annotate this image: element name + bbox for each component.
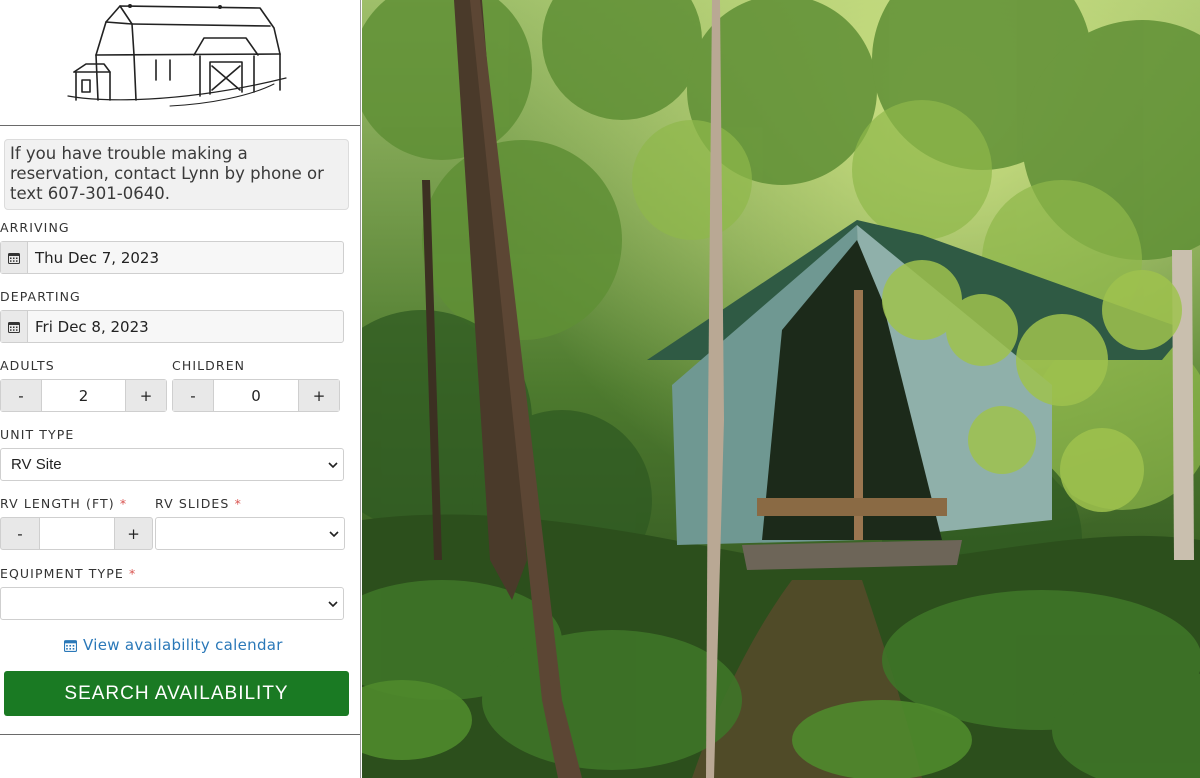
bottom-divider xyxy=(0,734,360,735)
rv-length-stepper: - + xyxy=(0,517,153,550)
calendar-link-label: View availability calendar xyxy=(83,636,283,654)
campsite-tent-photo xyxy=(362,0,1200,778)
arriving-label: ARRIVING xyxy=(0,220,70,235)
adults-stepper: - 2 + xyxy=(0,379,167,412)
adults-label: ADULTS xyxy=(0,358,55,373)
rv-slides-select[interactable] xyxy=(155,517,345,550)
departing-date-value: Fri Dec 8, 2023 xyxy=(35,318,149,336)
search-availability-button[interactable]: SEARCH AVAILABILITY xyxy=(4,671,349,716)
equipment-type-label-text: EQUIPMENT TYPE xyxy=(0,566,124,581)
arriving-date-field[interactable]: Thu Dec 7, 2023 xyxy=(0,241,344,274)
rv-length-label-text: RV LENGTH (FT) xyxy=(0,496,115,511)
arriving-date-value: Thu Dec 7, 2023 xyxy=(35,249,159,267)
unit-type-select[interactable]: RV Site xyxy=(0,448,344,481)
rv-slides-label: RV SLIDES * xyxy=(155,496,242,511)
chevron-down-icon xyxy=(329,531,339,538)
unit-type-value: RV Site xyxy=(11,456,62,473)
children-decrement-button[interactable]: - xyxy=(173,380,214,411)
rv-slides-label-text: RV SLIDES xyxy=(155,496,230,511)
unit-type-label: UNIT TYPE xyxy=(0,427,75,442)
rv-length-increment-button[interactable]: + xyxy=(114,517,153,550)
departing-label: DEPARTING xyxy=(0,289,81,304)
rv-length-decrement-button[interactable]: - xyxy=(0,517,40,550)
rv-length-label: RV LENGTH (FT) * xyxy=(0,496,127,511)
calendar-icon xyxy=(64,639,77,652)
logo-divider xyxy=(0,125,360,126)
rv-length-input[interactable] xyxy=(38,517,116,550)
equipment-type-label: EQUIPMENT TYPE * xyxy=(0,566,136,581)
required-marker: * xyxy=(128,566,137,581)
required-marker: * xyxy=(119,496,128,511)
booking-sidebar: If you have trouble making a reservation… xyxy=(0,0,361,778)
children-stepper: - 0 + xyxy=(172,379,340,412)
barn-logo xyxy=(67,4,287,107)
children-count-input[interactable]: 0 xyxy=(213,380,299,411)
chevron-down-icon xyxy=(328,462,338,469)
children-label: CHILDREN xyxy=(172,358,246,373)
equipment-type-select[interactable] xyxy=(0,587,344,620)
adults-decrement-button[interactable]: - xyxy=(1,380,42,411)
view-availability-calendar-link[interactable]: View availability calendar xyxy=(64,636,283,654)
departing-date-field[interactable]: Fri Dec 8, 2023 xyxy=(0,310,344,343)
adults-increment-button[interactable]: + xyxy=(125,380,166,411)
required-marker: * xyxy=(234,496,242,511)
chevron-down-icon xyxy=(328,601,338,608)
calendar-icon xyxy=(1,311,28,342)
adults-count-input[interactable]: 2 xyxy=(41,380,126,411)
children-increment-button[interactable]: + xyxy=(298,380,339,411)
calendar-icon xyxy=(1,242,28,273)
contact-notice: If you have trouble making a reservation… xyxy=(4,139,349,210)
